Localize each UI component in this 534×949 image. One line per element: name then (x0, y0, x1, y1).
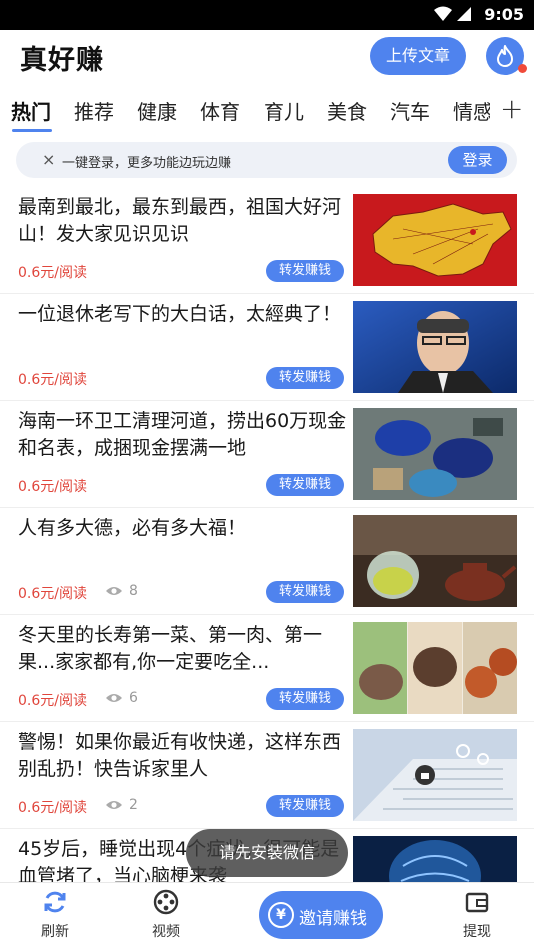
article-thumbnail (353, 515, 517, 607)
app-header: 真好赚 上传文章 (0, 30, 534, 86)
film-reel-icon (153, 889, 179, 915)
view-count-value: 8 (129, 583, 138, 599)
view-count-value: 2 (129, 797, 138, 813)
invite-earn-label: 邀请赚钱 (299, 909, 367, 929)
share-earn-button[interactable]: 转发赚钱 (266, 474, 344, 496)
login-bar: × 一键登录，更多功能边玩边赚 登录 (16, 142, 517, 178)
close-icon[interactable]: × (42, 150, 55, 169)
article-item[interactable]: 警惕！如果你最近有收快递，这样东西别乱扔！快告诉家里人 0.6元/阅读 2 转发… (0, 723, 534, 829)
coin-icon: ¥ (268, 902, 294, 928)
article-item[interactable]: 海南一环卫工清理河道，捞出60万现金和名表，成捆现金摆满一地 0.6元/阅读 转… (0, 402, 534, 508)
article-price: 0.6元/阅读 (18, 372, 87, 388)
share-earn-button[interactable]: 转发赚钱 (266, 795, 344, 817)
nav-refresh[interactable]: 刷新 (25, 889, 85, 941)
view-count: 8 (105, 583, 138, 599)
status-bar: 9:05 (0, 0, 534, 30)
share-earn-button[interactable]: 转发赚钱 (266, 581, 344, 603)
tab-food[interactable]: 美食 (327, 96, 367, 125)
article-price: 0.6元/阅读 (18, 693, 87, 709)
eye-icon (106, 587, 122, 595)
article-price: 0.6元/阅读 (18, 265, 87, 281)
nav-refresh-label: 刷新 (41, 924, 69, 940)
article-title: 冬天里的长寿第一菜、第一肉、第一果...家家都有,你一定要吃全... (18, 624, 323, 673)
wifi-icon (434, 6, 452, 21)
article-price: 0.6元/阅读 (18, 479, 87, 495)
signal-icon (457, 7, 471, 21)
nav-withdraw[interactable]: 提现 (447, 889, 507, 941)
nav-video-label: 视频 (152, 924, 180, 940)
app-title: 真好赚 (20, 45, 104, 76)
share-earn-button[interactable]: 转发赚钱 (266, 688, 344, 710)
article-title: 人有多大德，必有多大福！ (18, 517, 247, 539)
nav-video[interactable]: 视频 (136, 889, 196, 941)
login-prompt-text: 一键登录，更多功能边玩边赚 (62, 156, 232, 171)
tabs-scroll[interactable]: 热门 推荐 健康 体育 育儿 美食 汽车 情感 (0, 86, 490, 134)
category-tabs: 热门 推荐 健康 体育 育儿 美食 汽车 情感 + (0, 86, 534, 134)
article-title: 一位退休老写下的大白话，太經典了！ (18, 303, 342, 325)
notification-dot (518, 64, 527, 73)
article-item[interactable]: 一位退休老写下的大白话，太經典了！ 0.6元/阅读 转发赚钱 (0, 295, 534, 401)
article-thumbnail (353, 408, 517, 500)
tab-cars[interactable]: 汽车 (390, 96, 430, 125)
article-thumbnail (353, 301, 517, 393)
tab-hot[interactable]: 热门 (11, 96, 51, 125)
article-title: 最南到最北，最东到最西，祖国大好河山！发大家见识见识 (18, 196, 342, 245)
invite-earn-button[interactable]: ¥ 邀请赚钱 (259, 891, 383, 939)
active-tab-indicator (12, 129, 52, 132)
article-item[interactable]: 人有多大德，必有多大福！ 0.6元/阅读 8 转发赚钱 (0, 509, 534, 615)
share-earn-button[interactable]: 转发赚钱 (266, 260, 344, 282)
flame-icon (497, 45, 513, 67)
article-title: 警惕！如果你最近有收快递，这样东西别乱扔！快告诉家里人 (18, 731, 342, 780)
article-thumbnail (353, 194, 517, 286)
upload-article-button[interactable]: 上传文章 (370, 37, 466, 75)
tab-parenting[interactable]: 育儿 (264, 96, 304, 125)
view-count: 2 (105, 797, 138, 813)
share-earn-button[interactable]: 转发赚钱 (266, 367, 344, 389)
refresh-icon (44, 891, 66, 913)
toast-message: 请先安装微信 (186, 829, 348, 877)
tab-emotion[interactable]: 情感 (453, 96, 490, 125)
eye-icon (106, 694, 122, 702)
tab-health[interactable]: 健康 (137, 96, 177, 125)
article-price: 0.6元/阅读 (18, 800, 87, 816)
article-thumbnail (353, 622, 517, 714)
nav-withdraw-label: 提现 (463, 924, 491, 940)
article-title: 海南一环卫工清理河道，捞出60万现金和名表，成捆现金摆满一地 (18, 410, 347, 459)
article-thumbnail (353, 836, 517, 882)
view-count-value: 6 (129, 690, 138, 706)
eye-icon (106, 801, 122, 809)
article-item[interactable]: 最南到最北，最东到最西，祖国大好河山！发大家见识见识 0.6元/阅读 转发赚钱 (0, 188, 534, 294)
view-count: 6 (105, 690, 138, 706)
article-thumbnail (353, 729, 517, 821)
article-price: 0.6元/阅读 (18, 586, 87, 602)
login-button[interactable]: 登录 (448, 146, 507, 174)
tab-recommend[interactable]: 推荐 (74, 96, 114, 125)
bottom-nav: 刷新 视频 ¥ 邀请赚钱 提现 (0, 882, 534, 949)
add-tab-button[interactable]: + (500, 92, 523, 125)
article-item[interactable]: 冬天里的长寿第一菜、第一肉、第一果...家家都有,你一定要吃全... 0.6元/… (0, 616, 534, 722)
status-time: 9:05 (484, 5, 524, 24)
tab-sports[interactable]: 体育 (200, 96, 240, 125)
article-feed[interactable]: 最南到最北，最东到最西，祖国大好河山！发大家见识见识 0.6元/阅读 转发赚钱 … (0, 188, 534, 882)
wallet-icon (465, 892, 489, 913)
